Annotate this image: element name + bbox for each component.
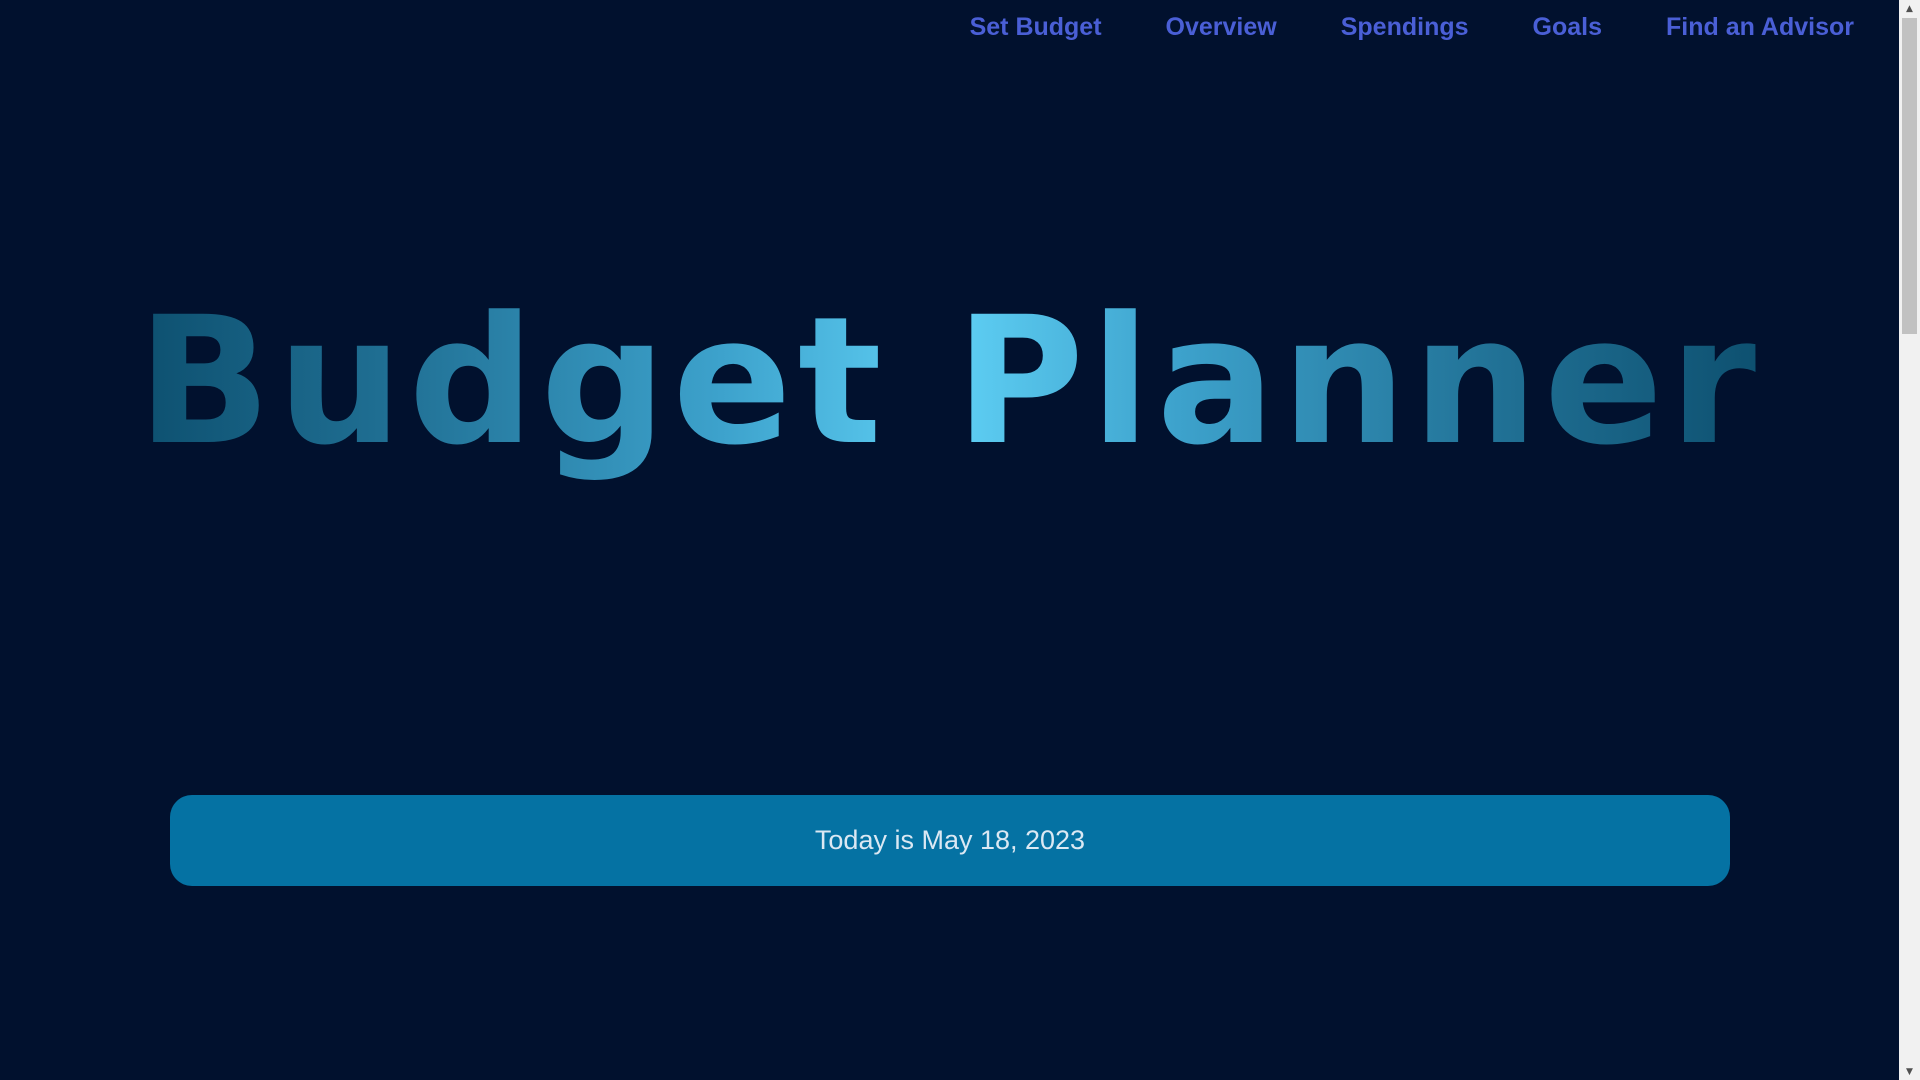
nav-overview-link[interactable]: Overview — [1134, 10, 1309, 44]
scroll-thumb[interactable] — [1902, 18, 1917, 334]
scroll-down-icon[interactable]: ▼ — [1899, 1063, 1920, 1080]
nav-set-budget-link[interactable]: Set Budget — [938, 10, 1134, 44]
nav-goals-link[interactable]: Goals — [1501, 10, 1634, 44]
scroll-up-icon[interactable]: ▲ — [1899, 0, 1920, 17]
page: Set Budget Overview Spendings Goals Find… — [0, 0, 1899, 1080]
nav-spendings-link[interactable]: Spendings — [1309, 10, 1501, 44]
nav-find-advisor-link[interactable]: Find an Advisor — [1634, 10, 1854, 44]
vertical-scrollbar[interactable]: ▲ ▼ — [1899, 0, 1920, 1080]
date-banner: Today is May 18, 2023 — [170, 795, 1730, 886]
top-nav: Set Budget Overview Spendings Goals Find… — [938, 10, 1854, 44]
date-banner-text: Today is May 18, 2023 — [814, 825, 1086, 855]
page-title: Budget Planner — [0, 282, 1899, 482]
